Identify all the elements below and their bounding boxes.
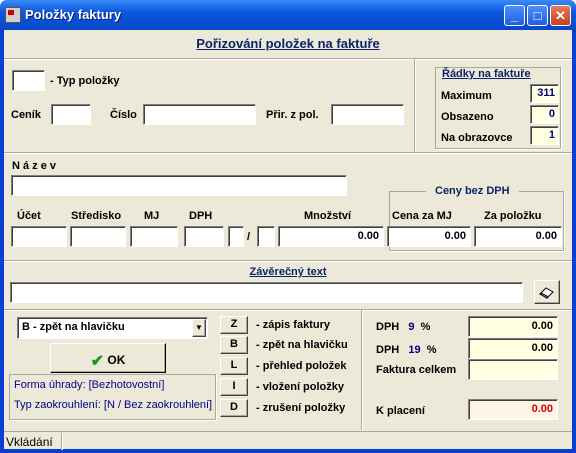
minimize-button[interactable]: _ (504, 5, 525, 26)
dialog-body: Pořizování položek na faktuře - Typ polo… (4, 30, 572, 450)
shortcut-label: - zápis faktury (256, 319, 330, 331)
window: Položky faktury _ □ ✕ Pořizování položek… (0, 0, 576, 453)
status-bar: Vkládání (4, 431, 572, 450)
final-text-title: Závěrečný text (249, 266, 327, 278)
maximum-label: Maximum (441, 90, 492, 102)
select-dropdown-button[interactable]: ▼ (192, 319, 206, 337)
account-field[interactable] (11, 226, 67, 247)
divider (4, 58, 572, 60)
final-text-field[interactable] (10, 282, 523, 303)
mj-label: MJ (144, 210, 160, 222)
dph9-rate: 9 (408, 321, 415, 333)
shortcut-label: - vložení položky (256, 381, 345, 393)
shortcut-key-d[interactable]: D (220, 399, 248, 417)
number-label: Číslo (110, 109, 137, 121)
status-mode: Vkládání (4, 433, 62, 450)
mj-field[interactable] (130, 226, 178, 247)
on-screen-value: 1 (530, 126, 559, 145)
action-select-value: B - zpět na hlavičku (22, 321, 125, 333)
item-type-label: - Typ položky (50, 75, 120, 87)
dph-b-field[interactable] (257, 226, 275, 247)
eraser-icon (539, 287, 554, 299)
divider (361, 310, 363, 430)
pricelist-label: Ceník (11, 109, 41, 121)
assign-label: Přir. z pol. (266, 109, 319, 121)
prices-title: Ceny bez DPH (426, 185, 519, 197)
shortcut-key-b[interactable]: B (220, 336, 248, 354)
divider (4, 152, 572, 154)
dph19-label: DPH 19 % (376, 344, 437, 356)
ok-button[interactable]: ✔ OK (50, 343, 166, 373)
per-item-label: Za položku (484, 210, 542, 222)
check-icon: ✔ (90, 353, 105, 370)
window-title: Položky faktury (25, 7, 122, 22)
dph9-value: 0.00 (468, 316, 558, 337)
name-field[interactable] (11, 175, 347, 196)
divider (414, 59, 416, 153)
chevron-down-icon: ▼ (195, 323, 203, 332)
occupied-label: Obsazeno (441, 111, 494, 123)
maximum-value: 311 (530, 84, 559, 103)
center-label: Středisko (71, 210, 122, 222)
unit-price-label: Cena za MJ (392, 210, 452, 222)
quantity-field[interactable]: 0.00 (278, 226, 384, 247)
dph-text: DPH (376, 344, 400, 356)
dph-text: DPH (376, 321, 400, 333)
dph-field[interactable] (184, 226, 224, 247)
invoice-rows-title: Řádky na faktuře (442, 68, 531, 80)
shortcut-label: - zrušení položky (256, 402, 346, 414)
close-button[interactable]: ✕ (550, 5, 571, 26)
divider (4, 260, 572, 262)
number-field[interactable] (143, 104, 256, 125)
shortcut-key-z[interactable]: Z (220, 316, 248, 334)
occupied-value: 0 (530, 105, 559, 124)
percent-sign: % (420, 321, 431, 333)
invoice-total-value (468, 359, 558, 380)
dph-label: DPH (189, 210, 213, 222)
item-type-field[interactable] (12, 70, 45, 91)
to-pay-label: K placení (376, 405, 425, 417)
dph19-rate: 19 (408, 344, 421, 356)
invoice-total-label: Faktura celkem (376, 364, 457, 376)
title-bar[interactable]: Položky faktury _ □ ✕ (0, 0, 576, 30)
dph9-label: DPH 9 % (376, 321, 430, 333)
percent-sign: % (426, 344, 437, 356)
dph-a-field[interactable] (228, 226, 244, 247)
eraser-button[interactable] (534, 280, 560, 304)
per-item-field[interactable]: 0.00 (474, 226, 562, 247)
dph19-value: 0.00 (468, 338, 558, 359)
divider (4, 309, 572, 311)
pricelist-field[interactable] (51, 104, 91, 125)
to-pay-value: 0.00 (468, 399, 558, 420)
shortcut-label: - přehled položek (256, 360, 347, 372)
assign-field[interactable] (331, 104, 404, 125)
app-icon[interactable] (5, 7, 21, 23)
on-screen-label: Na obrazovce (441, 132, 513, 144)
rounding-info: Typ zaokrouhlení: [N / Bez zaokrouhlení] (14, 399, 213, 411)
quantity-label: Množství (304, 210, 352, 222)
shortcut-label: - zpět na hlavičku (256, 339, 348, 351)
ok-label: OK (107, 353, 126, 368)
page-title: Pořizování položek na faktuře (196, 36, 380, 51)
unit-price-field[interactable]: 0.00 (387, 226, 471, 247)
center-field[interactable] (70, 226, 126, 247)
shortcut-key-i[interactable]: I (220, 378, 248, 396)
payment-info: Forma úhrady: [Bezhotovostní] (14, 379, 165, 391)
slash-separator: / (247, 231, 251, 243)
shortcut-key-l[interactable]: L (220, 357, 248, 375)
maximize-button[interactable]: □ (527, 5, 548, 26)
name-label: N á z e v (12, 160, 57, 172)
account-label: Účet (17, 210, 41, 222)
action-select[interactable]: B - zpět na hlavičku (17, 317, 208, 339)
